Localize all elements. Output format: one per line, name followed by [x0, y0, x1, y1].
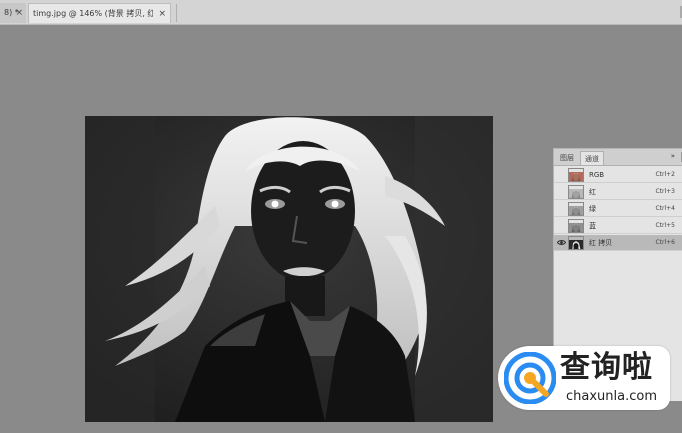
- color-thumbnail-icon: [569, 172, 583, 181]
- channel-thumbnail: [568, 219, 584, 233]
- channel-row-green[interactable]: 绿 Ctrl+4: [554, 201, 682, 217]
- chaxunla-logo-icon: [504, 352, 556, 404]
- channel-name: 绿: [589, 205, 596, 213]
- channel-row-rgb[interactable]: RGB Ctrl+2: [554, 167, 682, 183]
- channel-thumbnail: [568, 168, 584, 182]
- channel-thumbnail: [568, 185, 584, 199]
- channel-row-red[interactable]: 红 Ctrl+3: [554, 184, 682, 200]
- channel-shortcut: Ctrl+6: [655, 239, 675, 246]
- channel-shortcut: Ctrl+5: [655, 222, 675, 229]
- channel-shortcut: Ctrl+2: [655, 171, 675, 178]
- channel-thumbnail: [568, 202, 584, 216]
- gray-thumbnail-icon: [569, 223, 583, 232]
- watermark-url: chaxunla.com: [566, 389, 657, 404]
- visibility-toggle[interactable]: [557, 221, 566, 230]
- inverted-thumbnail-icon: [569, 240, 583, 249]
- visibility-toggle[interactable]: [557, 204, 566, 213]
- document-canvas[interactable]: [85, 116, 493, 422]
- close-icon[interactable]: ×: [15, 3, 23, 23]
- channel-name: 红: [589, 188, 596, 196]
- tab-layers[interactable]: 图层: [556, 151, 578, 165]
- document-tab-timg[interactable]: timg.jpg @ 146% (背景 拷贝, 红 拷贝/8) * ×: [28, 3, 171, 23]
- visibility-toggle[interactable]: [557, 170, 566, 179]
- tab-channels[interactable]: 通道: [580, 151, 604, 165]
- tab-label: timg.jpg @ 146% (背景 拷贝, 红 拷贝/8) *: [33, 9, 153, 18]
- channel-name: 红 拷贝: [589, 239, 613, 247]
- watermark-title: 查询啦: [560, 350, 653, 385]
- eye-icon[interactable]: [556, 238, 567, 247]
- channel-shortcut: Ctrl+4: [655, 205, 675, 212]
- channel-thumbnail: [568, 236, 584, 250]
- document-tab-bar: 8) * × timg.jpg @ 146% (背景 拷贝, 红 拷贝/8) *…: [0, 0, 682, 25]
- visibility-toggle[interactable]: [557, 187, 566, 196]
- tab-separator: [176, 4, 177, 22]
- gray-thumbnail-icon: [569, 189, 583, 198]
- channel-shortcut: Ctrl+3: [655, 188, 675, 195]
- inverted-portrait-image: [85, 116, 493, 422]
- panel-tab-bar: 图层 通道 »: [554, 149, 682, 166]
- gray-thumbnail-icon: [569, 206, 583, 215]
- close-icon[interactable]: ×: [158, 4, 166, 24]
- watermark: 查询啦 chaxunla.com: [498, 346, 670, 410]
- channel-row-blue[interactable]: 蓝 Ctrl+5: [554, 218, 682, 234]
- channel-row-red-copy[interactable]: 红 拷贝 Ctrl+6: [554, 235, 682, 251]
- panel-collapse-icon[interactable]: »: [671, 152, 675, 160]
- document-tab-previous[interactable]: 8) * ×: [0, 3, 26, 23]
- channel-name: 蓝: [589, 222, 596, 230]
- channel-name: RGB: [589, 171, 605, 179]
